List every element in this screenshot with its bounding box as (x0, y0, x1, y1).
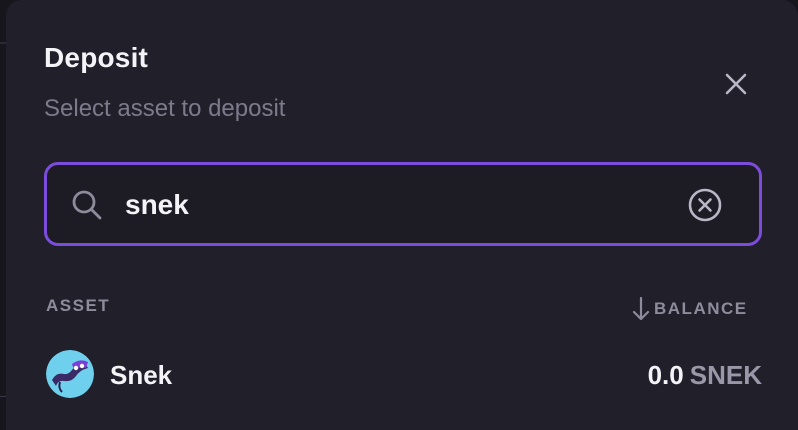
asset-row-snek[interactable]: Snek 0.0 SNEK (44, 346, 766, 402)
close-icon (725, 73, 747, 95)
asset-balance: 0.0 SNEK (648, 360, 762, 391)
asset-balance-amount: 0.0 (647, 360, 684, 390)
asset-balance-ticker: SNEK (689, 360, 762, 390)
search-icon (72, 190, 102, 220)
modal-title: Deposit (44, 42, 149, 73)
clear-search-button[interactable] (687, 187, 723, 223)
clear-circle-icon (688, 188, 722, 222)
asset-search-box[interactable] (44, 162, 762, 246)
close-button[interactable] (718, 66, 754, 102)
arrow-down-icon (632, 296, 650, 321)
deposit-modal: Deposit Select asset to deposit ASSET BA… (6, 0, 798, 430)
column-header-balance[interactable]: BALANCE (632, 296, 748, 322)
search-input[interactable] (125, 183, 665, 227)
modal-subtitle: Select asset to deposit (44, 95, 286, 122)
column-header-asset: ASSET (46, 296, 111, 315)
column-header-balance-label: BALANCE (654, 299, 748, 318)
asset-name: Snek (110, 360, 173, 390)
snek-token-icon (46, 350, 94, 398)
